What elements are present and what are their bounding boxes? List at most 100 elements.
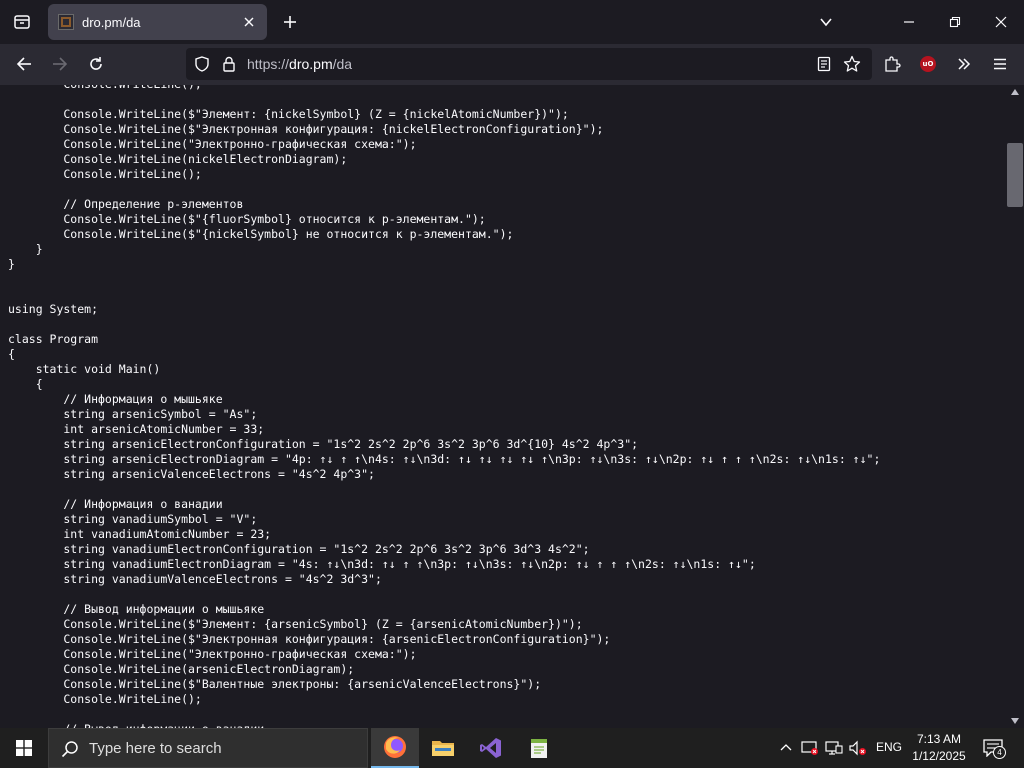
code-line: Console.WriteLine($"Электронная конфигур… xyxy=(8,632,611,646)
reload-button[interactable] xyxy=(82,50,110,78)
code-line: Console.WriteLine($"{nickelSymbol} не от… xyxy=(8,227,514,241)
code-line: string vanadiumValenceElectrons = "4s^2 … xyxy=(8,572,382,586)
scroll-up-button[interactable] xyxy=(1006,85,1024,99)
firefox-icon xyxy=(384,736,406,758)
reload-icon xyxy=(90,57,102,70)
url-text[interactable]: https://dro.pm/da xyxy=(247,56,352,72)
code-line: class Program xyxy=(8,332,99,346)
volume-button[interactable] xyxy=(848,738,868,758)
restore-button[interactable] xyxy=(932,0,978,44)
code-line: // Определение p-элементов xyxy=(8,197,244,211)
code-line: string arsenicValenceElectrons = "4s^2 4… xyxy=(8,467,375,481)
double-chevron-right-icon xyxy=(958,58,971,70)
tray-system-icon[interactable] xyxy=(800,738,820,758)
code-line: Console.WriteLine($"Валентные электроны:… xyxy=(8,677,542,691)
code-line: { xyxy=(8,347,15,361)
back-button[interactable] xyxy=(10,50,38,78)
code-text-block: Console.WriteLine(); Console.WriteLine($… xyxy=(8,85,880,728)
forward-button[interactable] xyxy=(46,50,74,78)
tab-close-button[interactable] xyxy=(239,12,259,32)
taskbar-file-explorer[interactable] xyxy=(419,728,467,768)
firefox-view-button[interactable] xyxy=(8,8,36,36)
code-line: // Вывод информации о мышьяке xyxy=(8,602,265,616)
code-line: } xyxy=(8,242,43,256)
tracking-protection-shield-icon[interactable] xyxy=(193,55,211,73)
search-icon xyxy=(61,741,78,758)
code-line: } xyxy=(8,257,15,271)
code-line: Console.WriteLine(arsenicElectronDiagram… xyxy=(8,662,355,676)
restore-icon xyxy=(949,16,961,28)
reader-view-icon[interactable] xyxy=(815,55,833,73)
folder-icon xyxy=(432,741,454,756)
new-tab-button[interactable] xyxy=(278,10,302,34)
scrollbar-thumb[interactable] xyxy=(1007,143,1023,207)
speaker-muted-icon xyxy=(849,740,866,756)
input-language-indicator[interactable]: ENG xyxy=(876,740,902,754)
tab-active[interactable]: dro.pm/da xyxy=(48,4,267,40)
extensions-button[interactable] xyxy=(878,50,906,78)
code-line: Console.WriteLine($"Электронная конфигур… xyxy=(8,122,604,136)
more-tools-button[interactable] xyxy=(950,50,978,78)
code-line: Console.WriteLine($"Элемент: {arsenicSym… xyxy=(8,617,583,631)
firefox-view-icon xyxy=(14,15,30,29)
code-line: // Информация о мышьяке xyxy=(8,392,223,406)
taskbar-visual-studio[interactable] xyxy=(467,728,515,768)
hamburger-menu-icon xyxy=(994,58,1006,70)
close-icon xyxy=(995,16,1007,28)
taskbar-search-box[interactable]: Type here to search xyxy=(48,728,368,768)
code-line: Console.WriteLine($"Элемент: {nickelSymb… xyxy=(8,107,569,121)
taskbar-firefox[interactable] xyxy=(371,728,419,768)
code-line: Console.WriteLine($"{fluorSymbol} относи… xyxy=(8,212,486,226)
code-line: string arsenicElectronDiagram = "4p: ↑↓ … xyxy=(8,452,881,466)
code-line: string vanadiumSymbol = "V"; xyxy=(8,512,258,526)
code-line: int vanadiumAtomicNumber = 23; xyxy=(8,527,272,541)
visual-studio-icon xyxy=(480,738,501,758)
code-line: Console.WriteLine("Электронно-графическа… xyxy=(8,137,417,151)
code-line: Console.WriteLine(); xyxy=(8,85,880,92)
bookmark-star-icon[interactable] xyxy=(843,55,861,73)
clock[interactable]: 7:13 AM 1/12/2025 xyxy=(906,731,972,765)
url-path: /da xyxy=(332,56,353,72)
lock-icon[interactable] xyxy=(220,55,238,73)
close-window-button[interactable] xyxy=(978,0,1024,44)
app-menu-button[interactable] xyxy=(986,50,1014,78)
notification-count-badge: 4 xyxy=(993,746,1006,759)
triangle-down-icon xyxy=(1011,718,1019,724)
triangle-up-icon xyxy=(1011,89,1019,95)
url-scheme: https:// xyxy=(247,56,290,72)
clock-date: 1/12/2025 xyxy=(912,749,966,763)
page-scrollbar[interactable] xyxy=(1006,85,1024,728)
taskbar-notepad-plus-plus[interactable] xyxy=(515,728,563,768)
network-button[interactable] xyxy=(824,738,844,758)
code-line: static void Main() xyxy=(8,362,161,376)
show-hidden-icons-button[interactable] xyxy=(776,738,796,758)
tab-bar: dro.pm/da xyxy=(0,0,1024,44)
address-bar[interactable]: https://dro.pm/da xyxy=(186,48,872,80)
ublock-origin-button[interactable]: uO xyxy=(914,50,942,78)
code-line: Console.WriteLine(); xyxy=(8,167,202,181)
chevron-down-icon xyxy=(820,18,832,27)
notification-center-button[interactable]: 4 xyxy=(980,736,1006,760)
navigation-toolbar: https://dro.pm/da uO xyxy=(0,44,1024,85)
start-button[interactable] xyxy=(0,728,48,768)
list-all-tabs-button[interactable] xyxy=(814,10,838,34)
minimize-icon xyxy=(904,21,914,23)
network-monitor-icon xyxy=(825,741,843,755)
page-content: Console.WriteLine(); Console.WriteLine($… xyxy=(0,85,1006,728)
code-line: Console.WriteLine(); xyxy=(8,692,202,706)
system-update-icon xyxy=(801,741,818,755)
code-line: Console.WriteLine(nickelElectronDiagram)… xyxy=(8,152,348,166)
windows-taskbar: Type here to search ENG 7:13 AM 1/12/202… xyxy=(0,728,1024,768)
url-host: dro.pm xyxy=(289,56,333,72)
scroll-down-button[interactable] xyxy=(1006,714,1024,728)
minimize-button[interactable] xyxy=(886,0,932,44)
search-placeholder: Type here to search xyxy=(89,740,222,757)
close-icon xyxy=(244,17,254,27)
